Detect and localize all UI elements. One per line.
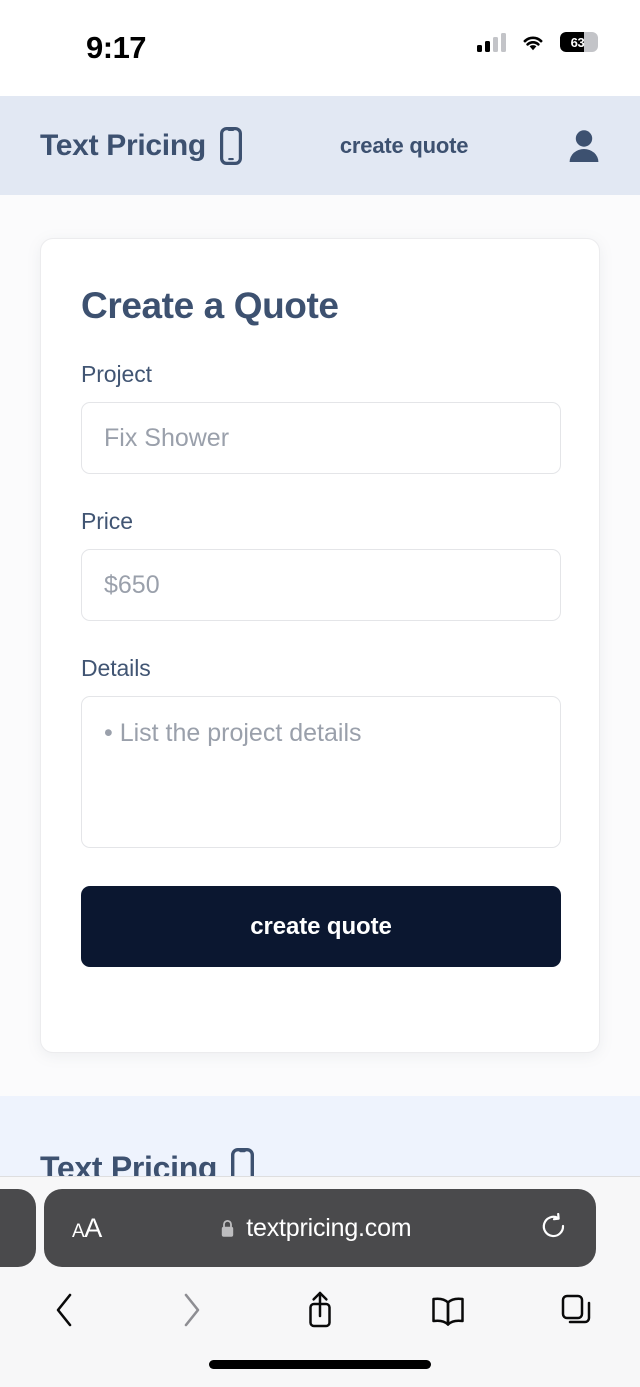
reload-icon[interactable]: [540, 1212, 568, 1244]
share-button[interactable]: [256, 1288, 384, 1332]
status-bar-clock: 9:17: [86, 30, 147, 65]
user-avatar-icon[interactable]: [568, 129, 600, 163]
cellular-signal-icon: [477, 32, 506, 52]
project-input[interactable]: [81, 402, 561, 474]
tabs-icon: [561, 1294, 591, 1324]
forward-button[interactable]: [128, 1288, 256, 1332]
chevron-right-icon: [184, 1293, 200, 1327]
url-text: textpricing.com: [246, 1213, 412, 1242]
field-price: Price: [81, 508, 561, 621]
battery-percent-label: 63: [570, 34, 585, 50]
lock-icon: [222, 1219, 234, 1237]
back-button[interactable]: [0, 1288, 128, 1332]
home-indicator: [209, 1360, 431, 1369]
field-label-details: Details: [81, 655, 151, 681]
page-title: Create a Quote: [81, 285, 339, 326]
main-content: Create a Quote Project Price Details cre…: [0, 195, 640, 1096]
battery-icon: 63: [560, 32, 598, 52]
status-bar-indicators: 63: [477, 32, 598, 52]
field-label-project: Project: [81, 361, 152, 387]
brand-name-label: Text Pricing: [40, 128, 206, 162]
chevron-left-icon: [56, 1293, 72, 1327]
safari-bottom-chrome: AA textpricing.com: [0, 1176, 640, 1387]
ios-status-bar: 9:17 63: [0, 0, 640, 96]
mobile-phone-icon: [219, 126, 242, 165]
brand-logo[interactable]: Text Pricing: [40, 126, 242, 165]
previous-tab-peek[interactable]: [0, 1189, 36, 1267]
site-header: Text Pricing create quote: [0, 96, 640, 195]
details-textarea[interactable]: [81, 696, 561, 848]
text-size-small-label: A: [72, 1220, 85, 1242]
bookmarks-button[interactable]: [384, 1288, 512, 1332]
field-label-price: Price: [81, 508, 133, 534]
create-quote-card: Create a Quote Project Price Details cre…: [40, 238, 600, 1053]
share-icon: [309, 1291, 331, 1328]
price-input[interactable]: [81, 549, 561, 621]
book-icon: [432, 1297, 464, 1326]
url-display: textpricing.com: [92, 1214, 540, 1243]
browser-toolbar: [0, 1275, 640, 1345]
field-details: Details: [81, 655, 561, 848]
tabs-button[interactable]: [512, 1288, 640, 1332]
nav-create-quote-link[interactable]: create quote: [340, 133, 469, 159]
mobile-safari-screen: 9:17 63 Text Pricing create quote Create…: [0, 0, 640, 1387]
field-project: Project: [81, 361, 561, 474]
address-bar[interactable]: AA textpricing.com: [44, 1189, 596, 1267]
wifi-icon: [523, 36, 543, 50]
create-quote-button[interactable]: create quote: [81, 886, 561, 967]
